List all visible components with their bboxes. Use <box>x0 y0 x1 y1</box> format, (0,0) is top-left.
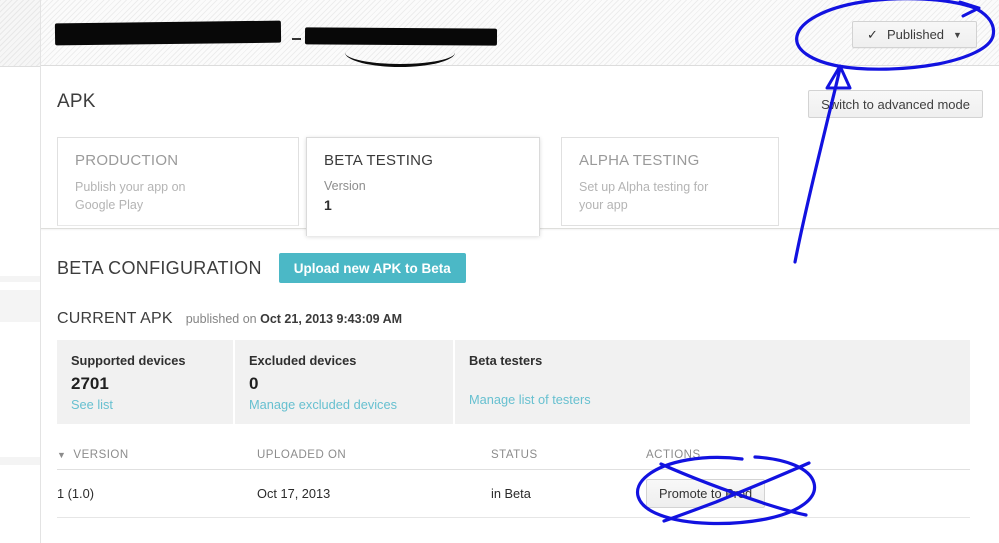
beta-configuration-title: BETA CONFIGURATION <box>57 257 262 278</box>
stat-card-beta-testers: Beta testers Manage list of testers <box>455 340 970 424</box>
caret-down-icon: ▼ <box>57 450 67 460</box>
release-track-tabs: PRODUCTION Publish your app on Google Pl… <box>57 137 779 236</box>
track-version-value: 1 <box>324 197 332 213</box>
promote-to-prod-button[interactable]: Promote to Prod <box>646 479 766 508</box>
cell-status: in Beta <box>491 486 531 501</box>
current-apk-header: CURRENT APK published on Oct 21, 2013 9:… <box>57 310 402 328</box>
main-content: APK Switch to advanced mode PRODUCTION P… <box>41 67 999 543</box>
redaction-stroke <box>345 38 455 67</box>
check-icon: ✓ <box>867 26 878 42</box>
upload-new-apk-to-beta-button[interactable]: Upload new APK to Beta <box>278 253 466 283</box>
chevron-down-icon: ▼ <box>953 29 962 40</box>
see-list-link[interactable]: See list <box>71 397 219 412</box>
stat-label: Supported devices <box>71 353 186 368</box>
track-description-line2: Google Play <box>75 198 144 212</box>
stat-label: Excluded devices <box>249 353 357 368</box>
stat-value: 2701 <box>71 374 109 393</box>
manage-list-of-testers-link[interactable]: Manage list of testers <box>469 392 956 407</box>
published-date: Oct 21, 2013 9:43:09 AM <box>260 312 403 326</box>
cell-version: 1 (1.0) <box>57 486 94 501</box>
stat-value: 0 <box>249 374 259 393</box>
column-header-status[interactable]: STATUS <box>491 449 646 461</box>
stat-card-excluded-devices: Excluded devices 0 Manage excluded devic… <box>235 340 453 424</box>
left-rail-header-strip <box>0 0 40 67</box>
left-rail-band <box>0 276 40 282</box>
track-description-line1: Set up Alpha testing for <box>579 180 709 194</box>
play-developer-console: ✓ Published ▼ APK Switch to advanced mod… <box>0 0 999 543</box>
manage-excluded-devices-link[interactable]: Manage excluded devices <box>249 397 439 412</box>
apk-table: ▼ VERSION UPLOADED ON STATUS ACTIONS 1 (… <box>57 441 970 518</box>
page-title: APK <box>57 91 96 112</box>
column-header-label: VERSION <box>73 449 129 461</box>
stat-label: Beta testers <box>469 353 543 368</box>
track-card-production[interactable]: PRODUCTION Publish your app on Google Pl… <box>57 137 299 226</box>
current-apk-label: CURRENT APK <box>57 310 173 327</box>
publish-status-label: Published <box>886 27 945 42</box>
column-header-uploaded-on[interactable]: UPLOADED ON <box>257 449 491 461</box>
stat-card-supported-devices: Supported devices 2701 See list <box>57 340 233 424</box>
publish-status-button[interactable]: ✓ Published ▼ <box>852 21 977 48</box>
track-card-beta-testing[interactable]: BETA TESTING Version 1 <box>306 137 540 236</box>
published-prefix: published on <box>185 312 257 326</box>
column-header-actions: ACTIONS <box>646 449 701 461</box>
left-rail-band <box>0 290 40 322</box>
cell-actions: Promote to Prod <box>646 479 970 508</box>
switch-to-advanced-mode-button[interactable]: Switch to advanced mode <box>808 90 983 118</box>
track-card-alpha-testing[interactable]: ALPHA TESTING Set up Alpha testing for y… <box>561 137 779 226</box>
track-description-line1: Publish your app on <box>75 180 186 194</box>
track-name: ALPHA TESTING <box>579 152 700 169</box>
table-header-row: ▼ VERSION UPLOADED ON STATUS ACTIONS <box>57 441 970 470</box>
column-header-version[interactable]: ▼ VERSION <box>57 449 257 461</box>
track-name: BETA TESTING <box>324 152 434 169</box>
track-version-label: Version <box>324 179 366 193</box>
track-name: PRODUCTION <box>75 152 179 169</box>
current-apk-published-info: published on Oct 21, 2013 9:43:09 AM <box>186 312 402 326</box>
cell-uploaded-on: Oct 17, 2013 <box>257 486 331 501</box>
left-rail-band <box>0 457 40 465</box>
apk-stat-cards: Supported devices 2701 See list Excluded… <box>57 340 970 424</box>
beta-configuration-header: BETA CONFIGURATION Upload new APK to Bet… <box>57 253 466 283</box>
track-description-line2: your app <box>579 198 628 212</box>
redaction-separator <box>292 38 301 40</box>
left-rail <box>0 0 41 543</box>
app-header: ✓ Published ▼ <box>41 0 999 67</box>
table-row: 1 (1.0) Oct 17, 2013 in Beta Promote to … <box>57 470 970 518</box>
redaction-block <box>54 20 282 46</box>
